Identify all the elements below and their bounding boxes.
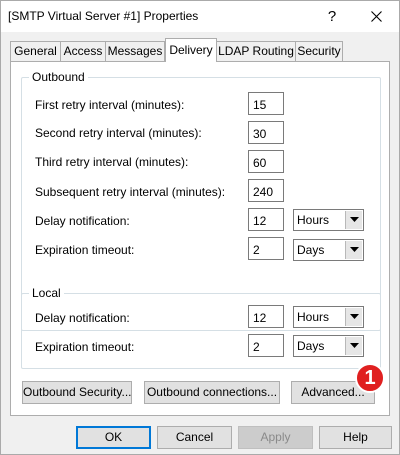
local-expiration-unit-select[interactable]: Days [293, 335, 364, 357]
outbound-expiration-timeout-label: Expiration timeout: [35, 243, 135, 257]
tab-security[interactable]: Security [295, 41, 343, 61]
help-title-button[interactable]: ? [319, 1, 345, 32]
outbound-expiration-timeout-input[interactable] [248, 237, 284, 260]
third-retry-label: Third retry interval (minutes): [35, 155, 189, 169]
second-retry-label: Second retry interval (minutes): [35, 126, 202, 140]
subsequent-retry-input[interactable] [248, 179, 284, 202]
close-button[interactable] [358, 1, 394, 32]
local-delay-unit-value: Hours [297, 310, 330, 324]
outbound-connections-button[interactable]: Outbound connections... [144, 381, 280, 404]
outbound-delay-unit-select[interactable]: Hours [293, 209, 364, 231]
tab-ldap-routing[interactable]: LDAP Routing [216, 41, 296, 61]
chevron-down-icon [350, 217, 359, 222]
outbound-delay-notification-input[interactable] [248, 208, 284, 231]
outbound-delay-unit-dropdown-button[interactable] [345, 211, 362, 229]
local-expiration-unit-dropdown-button[interactable] [345, 337, 362, 355]
first-retry-input[interactable] [248, 92, 284, 115]
subsequent-retry-label: Subsequent retry interval (minutes): [35, 185, 226, 199]
outbound-legend: Outbound [29, 70, 88, 84]
local-delay-notification-input[interactable] [248, 305, 284, 328]
outbound-expiration-unit-dropdown-button[interactable] [345, 241, 362, 259]
cancel-button[interactable]: Cancel [157, 426, 232, 449]
local-delay-unit-select[interactable]: Hours [293, 306, 364, 328]
apply-button: Apply [238, 426, 313, 449]
local-delay-unit-dropdown-button[interactable] [345, 308, 362, 326]
tab-general[interactable]: General [10, 41, 61, 61]
window-title: [SMTP Virtual Server #1] Properties [8, 9, 199, 23]
local-delay-notification-label: Delay notification: [35, 311, 130, 325]
title-bar: [SMTP Virtual Server #1] Properties ? [1, 1, 399, 32]
properties-dialog: [SMTP Virtual Server #1] Properties ? Ge… [0, 0, 400, 455]
local-group: Local [21, 286, 381, 369]
chevron-down-icon [350, 247, 359, 252]
outbound-delay-unit-value: Hours [297, 213, 330, 227]
local-expiration-unit-value: Days [297, 339, 325, 353]
outbound-security-button[interactable]: Outbound Security... [22, 381, 132, 404]
delivery-tab-panel: Outbound First retry interval (minutes):… [10, 61, 390, 416]
outbound-expiration-unit-value: Days [297, 243, 325, 257]
tab-delivery[interactable]: Delivery [165, 38, 217, 62]
step-number-badge: 1 [355, 363, 385, 393]
local-expiration-timeout-label: Expiration timeout: [35, 340, 135, 354]
third-retry-input[interactable] [248, 150, 284, 173]
outbound-expiration-unit-select[interactable]: Days [293, 239, 364, 261]
chevron-down-icon [350, 314, 359, 319]
close-icon [370, 11, 382, 22]
tab-access[interactable]: Access [60, 41, 106, 61]
first-retry-label: First retry interval (minutes): [35, 98, 185, 112]
chevron-down-icon [350, 343, 359, 348]
tab-messages[interactable]: Messages [105, 41, 165, 61]
outbound-delay-notification-label: Delay notification: [35, 214, 130, 228]
second-retry-input[interactable] [248, 121, 284, 144]
local-expiration-timeout-input[interactable] [248, 334, 284, 357]
help-button[interactable]: Help [319, 426, 392, 449]
ok-button[interactable]: OK [76, 426, 151, 449]
local-legend: Local [29, 286, 64, 300]
